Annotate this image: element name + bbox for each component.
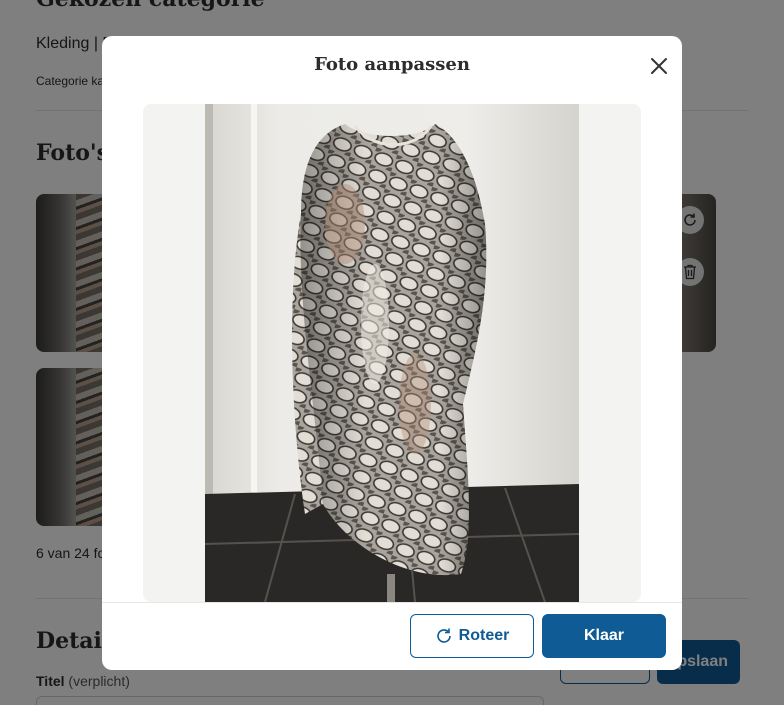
- photo-preview-area: [143, 104, 641, 602]
- rotate-icon: [436, 628, 451, 643]
- dialog-title: Foto aanpassen: [314, 54, 470, 75]
- done-button[interactable]: Klaar: [542, 614, 666, 658]
- dress-photo: [205, 104, 579, 602]
- footer-divider: [102, 602, 682, 603]
- rotate-button-label: Roteer: [458, 627, 510, 644]
- rotate-button[interactable]: Roteer: [410, 614, 534, 658]
- edit-photo-dialog: Foto aanpassen Roteer Klaar: [102, 36, 682, 670]
- close-icon[interactable]: [648, 55, 670, 77]
